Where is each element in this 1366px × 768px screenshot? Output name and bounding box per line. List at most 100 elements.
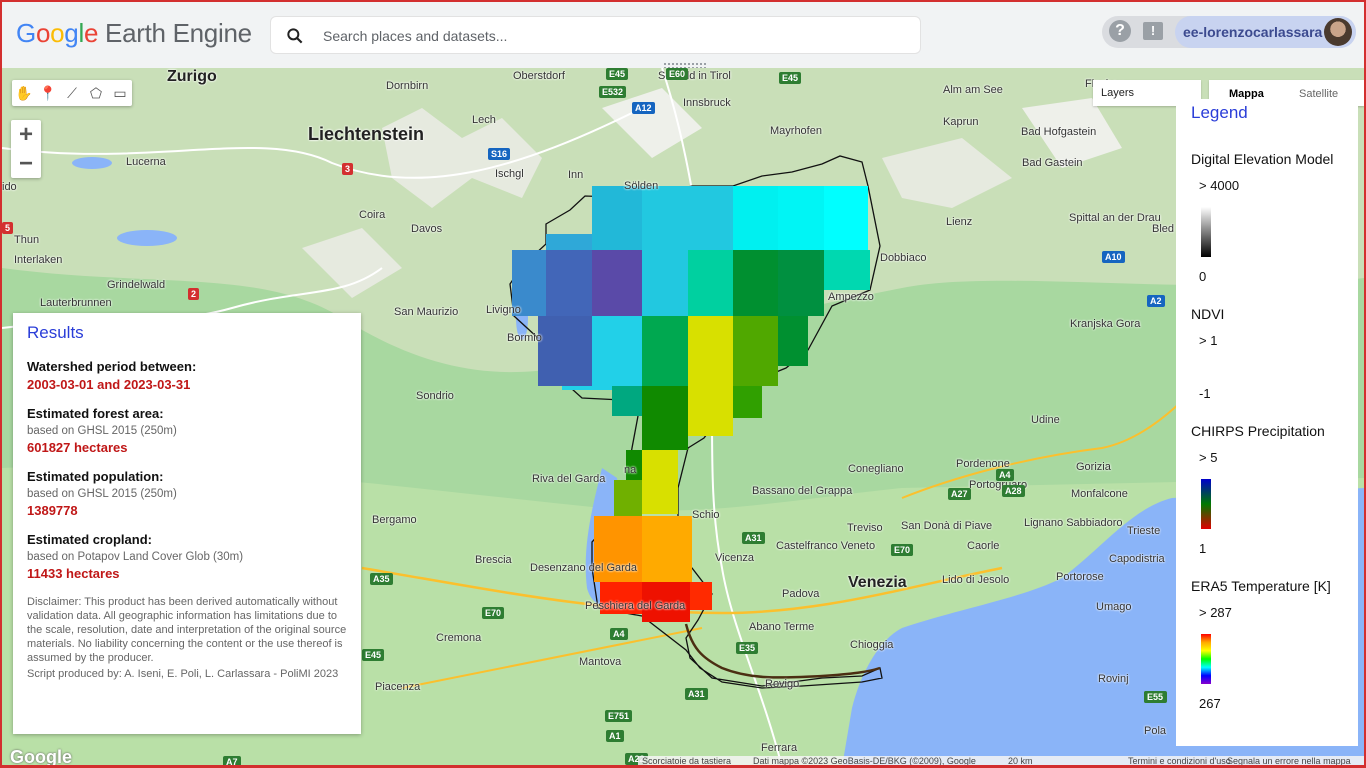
- map-place-label: Brescia: [475, 554, 512, 566]
- map-place-label: Lauterbrunnen: [40, 297, 112, 309]
- road-shield: E45: [362, 649, 385, 661]
- road-shield: E35: [736, 642, 759, 654]
- map-place-label: Monfalcone: [1071, 488, 1128, 500]
- map-place-label: Dobbiaco: [880, 252, 927, 264]
- report-error-link[interactable]: Segnala un errore nella mappa: [1227, 756, 1351, 765]
- map-place-label: Schio: [692, 509, 720, 521]
- precipitation-cell: [688, 386, 733, 436]
- legend-item-min: 267: [1199, 696, 1221, 711]
- map-place-label: Thun: [14, 234, 40, 246]
- map-place-label: Umago: [1096, 601, 1132, 613]
- map-place-label: Dornbirn: [386, 80, 429, 92]
- precipitation-cell: [733, 250, 778, 316]
- forest-value: 601827 hectares: [27, 440, 128, 455]
- road-shield: 5: [2, 222, 14, 234]
- map-place-label: Livigno: [486, 304, 521, 316]
- precipitation-cell: [688, 250, 733, 316]
- road-shield: A31: [685, 688, 708, 700]
- map-place-label: na: [624, 464, 637, 476]
- map-place-label: Lech: [472, 114, 496, 126]
- map-place-label: Caorle: [967, 540, 1000, 552]
- precipitation-cell: [642, 316, 688, 386]
- legend-item-dem: Digital Elevation Model > 4000 0: [1191, 151, 1343, 284]
- map-place-label: Abano Terme: [749, 621, 815, 633]
- scale-label[interactable]: 20 km: [1008, 756, 1033, 765]
- map-place-label: Pola: [1144, 725, 1167, 737]
- legend-item-ndvi: NDVI > 1 -1: [1191, 306, 1343, 401]
- road-shield: E532: [599, 86, 627, 98]
- legend-item-chirps: CHIRPS Precipitation > 5 1: [1191, 423, 1343, 556]
- google-map-logo: Google: [10, 747, 72, 767]
- population-source: based on GHSL 2015 (250m): [27, 488, 177, 500]
- precipitation-cell: [612, 386, 642, 416]
- legend-item-min: 1: [1199, 541, 1207, 556]
- polygon-draw-icon[interactable]: ⬠: [87, 84, 105, 102]
- precipitation-cell: [614, 480, 642, 516]
- legend-color-bar: [1201, 207, 1211, 257]
- map-place-label: Peschiera del Garda: [585, 600, 686, 612]
- precipitation-cell: [688, 316, 733, 386]
- legend-item-max: > 287: [1199, 605, 1232, 620]
- map-place-label: Chioggia: [850, 639, 894, 651]
- zoom-out-button[interactable]: −: [11, 149, 41, 178]
- population-label: Estimated population:: [27, 469, 164, 484]
- help-icon[interactable]: ?: [1109, 20, 1131, 42]
- map-place-label: Bormio: [507, 332, 542, 344]
- road-shield: A2: [1147, 295, 1165, 307]
- rectangle-draw-icon[interactable]: ▭: [111, 84, 129, 102]
- road-shield: 3: [342, 163, 354, 175]
- watershed-label: Watershed period between:: [27, 359, 197, 374]
- map-place-label: Ischgl: [495, 168, 524, 180]
- legend-color-bar: [1201, 479, 1211, 529]
- feedback-icon[interactable]: !: [1143, 22, 1163, 40]
- map-place-label: Oberstdorf: [513, 70, 565, 82]
- legend-item-min: 0: [1199, 269, 1207, 284]
- road-shield: E70: [482, 607, 505, 619]
- map-data-attribution: Dati mappa ©2023 GeoBasis-DE/BKG (©2009)…: [753, 756, 976, 766]
- precipitation-cell: [824, 250, 870, 290]
- precipitation-cell: [733, 386, 762, 418]
- precipitation-cell: [592, 316, 642, 386]
- point-marker-icon[interactable]: 📍: [39, 84, 57, 102]
- google-earth-engine-logo[interactable]: Google Earth Engine: [16, 18, 252, 49]
- map-place-label: Desenzano del Garda: [530, 562, 638, 574]
- avatar[interactable]: [1324, 18, 1352, 46]
- map-canvas[interactable]: Zurigo Liechtenstein Lucerna Coira Davos Thun…: [2, 68, 1364, 767]
- map-place-label: Castelfranco Veneto: [776, 540, 876, 552]
- map-place-label: Interlaken: [14, 254, 63, 266]
- precipitation-cell: [690, 582, 712, 610]
- legend-color-bar: [1201, 352, 1211, 374]
- forest-label: Estimated forest area:: [27, 406, 164, 421]
- legend-item-title: CHIRPS Precipitation: [1191, 423, 1325, 439]
- map-place-label: San Maurizio: [394, 306, 459, 318]
- forest-source: based on GHSL 2015 (250m): [27, 425, 177, 437]
- road-shield: A4: [610, 628, 628, 640]
- road-shield: S16: [488, 148, 511, 160]
- precipitation-cell: [733, 186, 778, 250]
- road-shield: A27: [948, 488, 971, 500]
- map-place-label: Ampezzo: [828, 291, 874, 303]
- map-place-label: Portorose: [1056, 571, 1104, 583]
- header-bar: Google Earth Engine Search places and da…: [2, 2, 1364, 69]
- map-place-label: Innsbruck: [683, 97, 731, 109]
- precipitation-cell: [546, 250, 592, 316]
- keyboard-shortcuts-link[interactable]: Scorciatoie da tastiera: [642, 756, 731, 765]
- population-value: 1389778: [27, 503, 78, 518]
- user-name[interactable]: ee-lorenzocarlassara: [1183, 24, 1322, 40]
- precipitation-cell: [642, 516, 692, 582]
- road-shield: E45: [779, 72, 802, 84]
- road-shield: E45: [606, 68, 629, 80]
- terms-link[interactable]: Termini e condizioni d'uso: [1128, 756, 1231, 765]
- road-shield: E70: [891, 544, 914, 556]
- road-shield: A31: [742, 532, 765, 544]
- search-input[interactable]: Search places and datasets...: [323, 28, 507, 44]
- map-place-label: Kaprun: [943, 116, 979, 128]
- precipitation-cell: [642, 386, 688, 450]
- cropland-source: based on Potapov Land Cover Glob (30m): [27, 551, 244, 563]
- road-shield: A4: [996, 469, 1014, 481]
- hand-pan-icon[interactable]: ✋: [15, 84, 33, 102]
- line-draw-icon[interactable]: ⟋: [63, 84, 81, 102]
- search-box[interactable]: Search places and datasets...: [270, 16, 921, 54]
- zoom-in-button[interactable]: +: [11, 120, 41, 149]
- road-shield: E60: [666, 68, 689, 80]
